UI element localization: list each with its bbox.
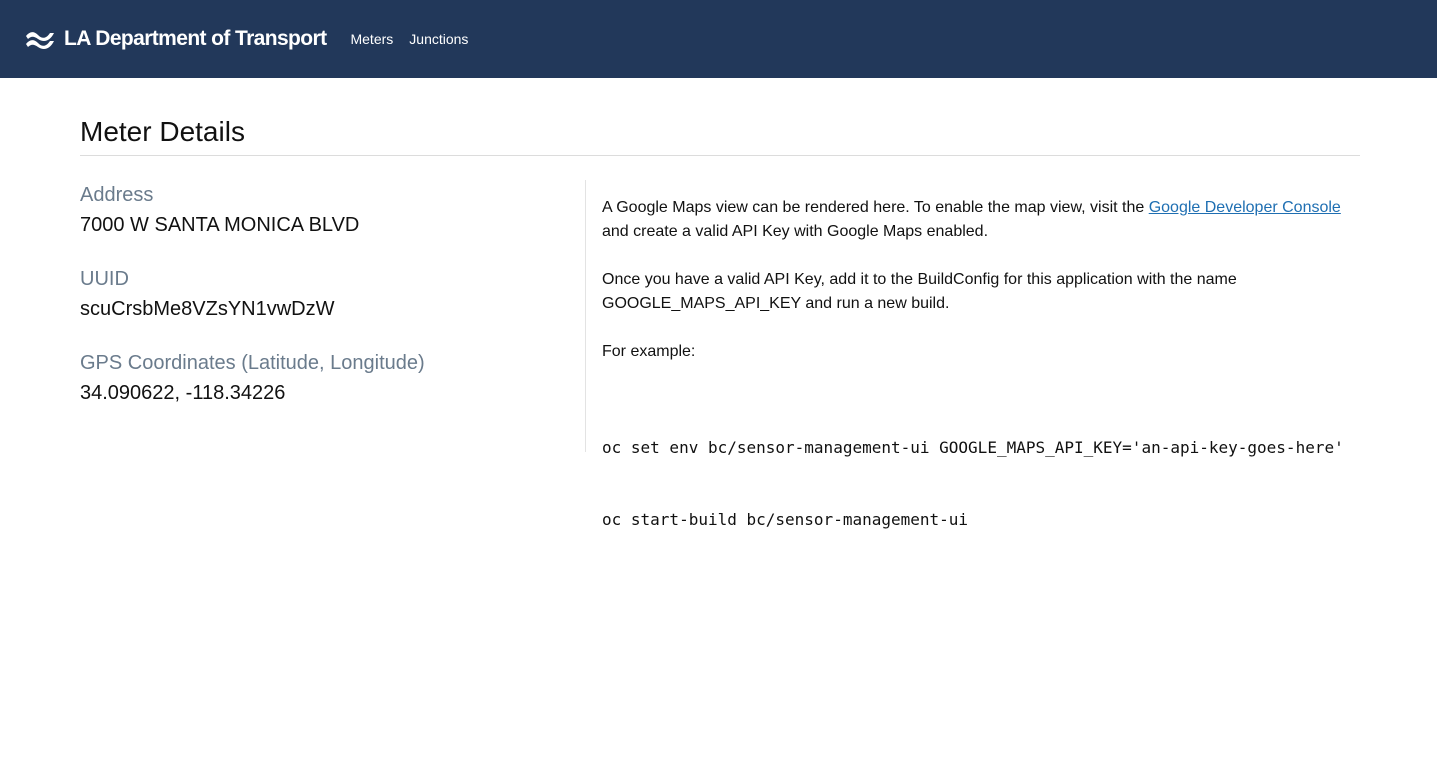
nav-link-meters[interactable]: Meters <box>350 31 393 47</box>
gps-label: GPS Coordinates (Latitude, Longitude) <box>80 352 425 374</box>
page-title: Meter Details <box>80 116 245 147</box>
code-line-set-env: oc set env bc/sensor-management-ui GOOGL… <box>602 438 1344 457</box>
example-command-block: oc set env bc/sensor-management-ui GOOGL… <box>602 388 1362 580</box>
uuid-value: scuCrsbMe8VZsYN1vwDzW <box>80 298 335 320</box>
top-navbar: LA Department of Transport Meters Juncti… <box>0 0 1437 78</box>
code-line-start-build: oc start-build bc/sensor-management-ui <box>602 510 969 529</box>
map-notice-example-label: For example: <box>602 343 696 360</box>
address-field: Address 7000 W SANTA MONICA BLVD <box>80 182 560 238</box>
uuid-field: UUID scuCrsbMe8VZsYN1vwDzW <box>80 266 560 322</box>
wave-logo-icon <box>24 27 56 51</box>
gps-field: GPS Coordinates (Latitude, Longitude) 34… <box>80 350 560 406</box>
title-divider <box>80 155 1360 156</box>
intro-text-after-link: and create a valid API Key with Google M… <box>602 223 989 240</box>
gps-value: 34.090622, -118.34226 <box>80 382 286 404</box>
address-value: 7000 W SANTA MONICA BLVD <box>80 214 360 236</box>
address-label: Address <box>80 184 154 206</box>
meter-details-panel: Address 7000 W SANTA MONICA BLVD UUID sc… <box>80 182 560 434</box>
brand-name: LA Department of Transport <box>64 27 327 50</box>
map-notice-api-key-instructions: Once you have a valid API Key, add it to… <box>602 271 1237 312</box>
intro-text-before-link: A Google Maps view can be rendered here.… <box>602 199 1149 216</box>
map-notice-intro: A Google Maps view can be rendered here.… <box>602 196 1362 244</box>
map-placeholder-panel: A Google Maps view can be rendered here.… <box>602 196 1362 580</box>
google-developer-console-link[interactable]: Google Developer Console <box>1149 199 1341 216</box>
brand-link[interactable]: LA Department of Transport <box>24 27 327 51</box>
uuid-label: UUID <box>80 268 129 290</box>
nav-link-junctions[interactable]: Junctions <box>409 31 468 47</box>
column-divider <box>585 180 586 452</box>
